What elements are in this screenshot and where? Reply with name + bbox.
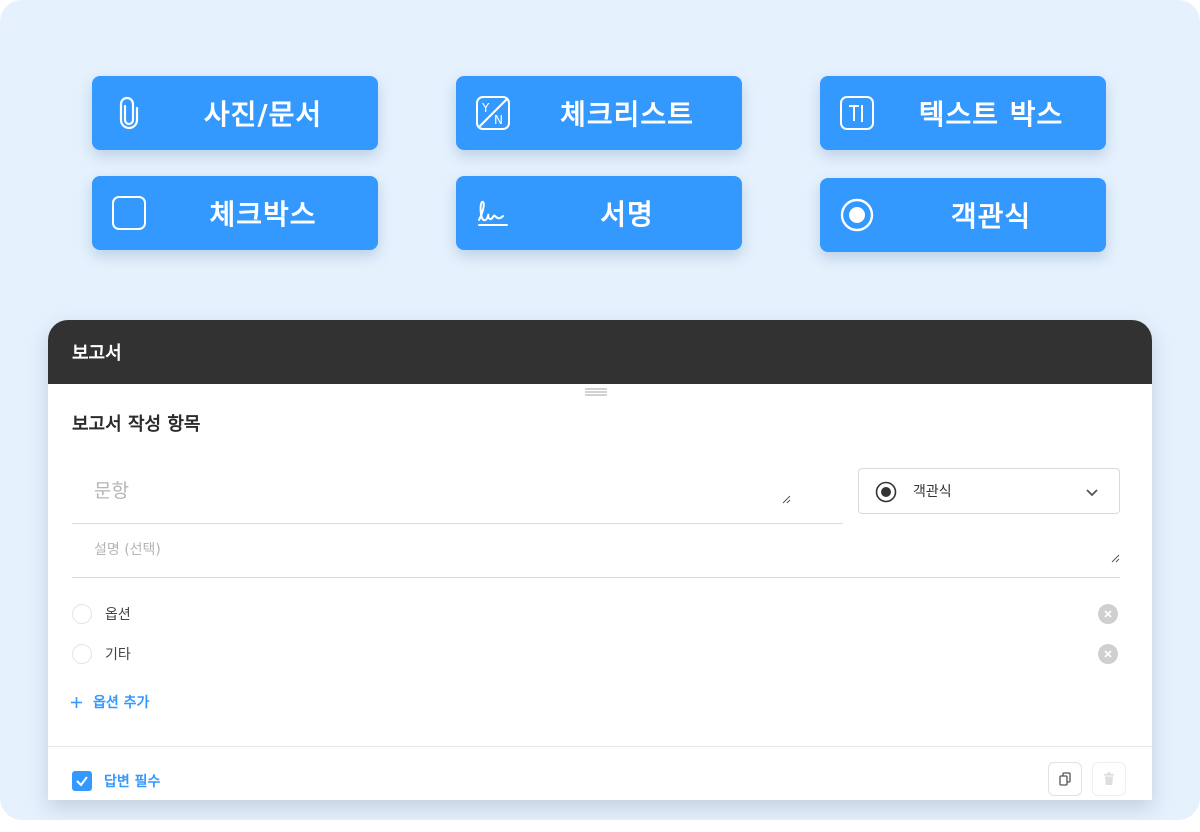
- tool-checkbox[interactable]: 체크박스: [92, 176, 378, 250]
- chevron-down-icon: [1086, 489, 1098, 497]
- question-type-select[interactable]: 객관식: [858, 468, 1120, 514]
- svg-text:N: N: [494, 113, 503, 127]
- required-label: 답변 필수: [104, 774, 161, 790]
- checkbox-icon: [110, 194, 148, 232]
- question-field: [72, 468, 843, 524]
- tool-photo-document[interactable]: 사진/문서: [92, 76, 378, 150]
- option-row: 옵션: [72, 600, 1120, 628]
- svg-text:Y: Y: [481, 101, 490, 115]
- remove-option-button[interactable]: [1098, 604, 1118, 624]
- resize-grip-icon[interactable]: [1110, 553, 1120, 563]
- plus-icon: [71, 696, 82, 708]
- signature-icon: [474, 194, 512, 232]
- checklist-yn-icon: Y N: [474, 94, 512, 132]
- option-label: 옵션: [105, 607, 131, 623]
- tool-label: 사진/문서: [203, 98, 323, 131]
- tool-label: 서명: [600, 198, 654, 231]
- card-header: 보고서: [48, 320, 1152, 384]
- copy-icon: [1059, 772, 1071, 786]
- question-input[interactable]: [72, 468, 843, 523]
- tool-label: 체크리스트: [560, 98, 694, 131]
- footer-divider: [48, 746, 1152, 747]
- remove-option-button[interactable]: [1098, 644, 1118, 664]
- add-option-label: 옵션 추가: [93, 695, 150, 711]
- question-type-value: 객관식: [913, 484, 952, 500]
- tool-checklist[interactable]: Y N 체크리스트: [456, 76, 742, 150]
- tool-label: 객관식: [950, 200, 1032, 233]
- option-row: 기타: [72, 640, 1120, 668]
- section-title: 보고서 작성 항목: [72, 414, 201, 435]
- checkbox-checked-icon: [72, 771, 92, 791]
- delete-button[interactable]: [1092, 762, 1126, 796]
- report-card: 보고서 보고서 작성 항목 객관식: [48, 320, 1152, 800]
- trash-icon: [1104, 772, 1114, 785]
- tool-multiple-choice[interactable]: 객관식: [820, 178, 1106, 252]
- resize-grip-icon[interactable]: [781, 494, 791, 504]
- option-radio[interactable]: [72, 604, 92, 624]
- tool-text-box[interactable]: 텍스트 박스: [820, 76, 1106, 150]
- required-checkbox[interactable]: 답변 필수: [72, 770, 160, 792]
- close-icon: [1104, 650, 1112, 658]
- add-option-button[interactable]: 옵션 추가: [70, 690, 149, 714]
- duplicate-button[interactable]: [1048, 762, 1082, 796]
- description-input[interactable]: [72, 530, 1120, 577]
- radio-icon: [838, 196, 876, 234]
- option-label: 기타: [105, 647, 131, 663]
- tool-label: 체크박스: [209, 198, 317, 231]
- canvas: 사진/문서 Y N 체크리스트 텍스트 박스 체크박스 서명 객관식 보고서 보…: [0, 0, 1200, 820]
- paperclip-icon: [110, 94, 148, 132]
- close-icon: [1104, 610, 1112, 618]
- radio-icon: [875, 481, 897, 503]
- description-field: [72, 530, 1120, 578]
- tool-signature[interactable]: 서명: [456, 176, 742, 250]
- drag-handle-icon[interactable]: [585, 388, 607, 396]
- text-box-icon: [838, 94, 876, 132]
- tool-label: 텍스트 박스: [918, 98, 1064, 131]
- option-radio[interactable]: [72, 644, 92, 664]
